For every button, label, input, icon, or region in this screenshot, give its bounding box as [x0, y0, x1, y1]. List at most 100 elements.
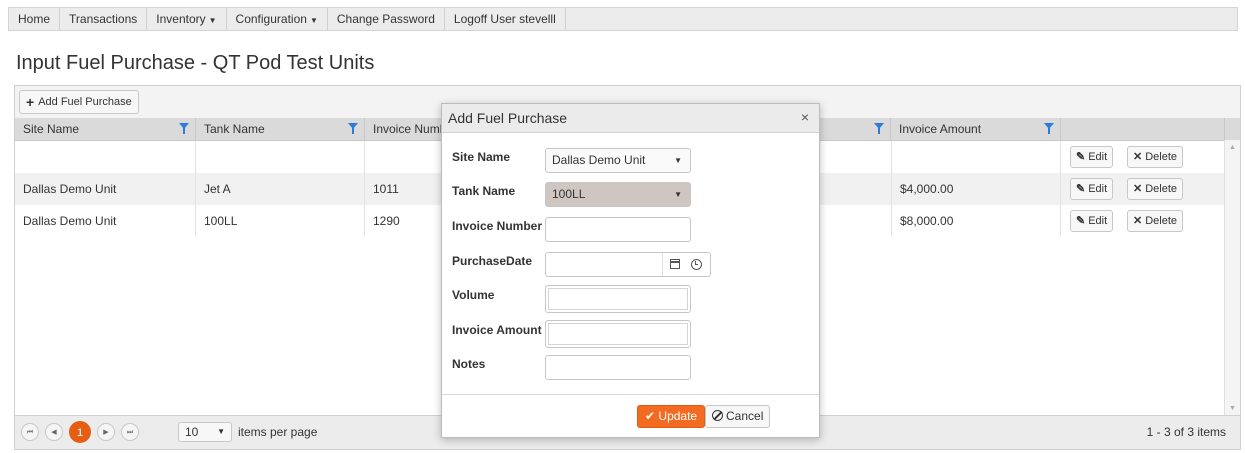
- header-invoice-amount[interactable]: Invoice Amount: [891, 118, 1061, 140]
- next-page-button[interactable]: ▶: [97, 423, 115, 441]
- cell-site-name: Dallas Demo Unit: [15, 205, 196, 237]
- cell-tank-name: 100LL: [196, 205, 365, 237]
- current-page-button[interactable]: 1: [69, 421, 91, 443]
- edit-icon: ✎: [1076, 183, 1086, 195]
- chevron-down-icon: ▼: [674, 190, 682, 199]
- add-fuel-purchase-dialog: Add Fuel Purchase × Site Name Dallas Dem…: [441, 103, 820, 438]
- volume-input-field[interactable]: [548, 288, 688, 310]
- tank-name-value: 100LL: [552, 187, 586, 201]
- header-volume-hidden[interactable]: [821, 118, 891, 140]
- update-label: Update: [658, 409, 698, 423]
- purchase-date-picker[interactable]: [545, 252, 711, 277]
- cancel-button[interactable]: Cancel: [705, 405, 771, 428]
- delete-label: Delete: [1145, 183, 1178, 195]
- cancel-label: Cancel: [726, 409, 764, 423]
- nav-logoff[interactable]: Logoff User stevelll: [445, 8, 566, 30]
- delete-icon: ✕: [1133, 183, 1143, 195]
- edit-label: Edit: [1088, 183, 1108, 195]
- header-site-name[interactable]: Site Name: [15, 118, 196, 140]
- scroll-up-icon[interactable]: ▲: [1229, 144, 1236, 151]
- close-icon[interactable]: ×: [801, 109, 809, 125]
- nav-transactions[interactable]: Transactions: [60, 8, 148, 30]
- header-tank-name-label: Tank Name: [204, 122, 265, 136]
- plus-icon: +: [26, 94, 35, 110]
- delete-button[interactable]: ✕ Delete: [1127, 146, 1184, 168]
- nav-configuration[interactable]: Configuration ▼: [227, 8, 328, 30]
- header-invoice-number-label: Invoice Numb: [373, 122, 447, 136]
- filter-icon[interactable]: [1044, 123, 1054, 134]
- edit-label: Edit: [1088, 215, 1108, 227]
- invoice-number-input[interactable]: [545, 217, 691, 242]
- scroll-down-icon[interactable]: ▼: [1229, 405, 1236, 412]
- edit-icon: ✎: [1076, 215, 1086, 227]
- site-name-label: Site Name: [452, 150, 511, 164]
- delete-button[interactable]: ✕ Delete: [1127, 178, 1184, 200]
- dialog-header: Add Fuel Purchase ×: [442, 104, 819, 133]
- cell-site-name: Dallas Demo Unit: [15, 173, 196, 205]
- page-title: Input Fuel Purchase - QT Pod Test Units: [16, 52, 375, 74]
- site-name-value: Dallas Demo Unit: [552, 153, 646, 167]
- chevron-down-icon: ▼: [208, 16, 217, 25]
- cell-tank-name: Jet A: [196, 173, 365, 205]
- notes-input[interactable]: [545, 355, 691, 380]
- edit-button[interactable]: ✎ Edit: [1070, 146, 1114, 168]
- cell-invoice-amount: [891, 141, 1061, 173]
- delete-label: Delete: [1145, 151, 1178, 163]
- tank-name-select[interactable]: 100LL ▼: [545, 182, 691, 207]
- filter-icon[interactable]: [179, 123, 189, 134]
- nav-configuration-label: Configuration: [235, 12, 307, 26]
- dialog-title: Add Fuel Purchase: [448, 110, 568, 126]
- nav-inventory[interactable]: Inventory ▼: [147, 8, 227, 30]
- delete-label: Delete: [1145, 215, 1178, 227]
- filter-icon[interactable]: [348, 123, 358, 134]
- edit-label: Edit: [1088, 151, 1108, 163]
- site-name-select[interactable]: Dallas Demo Unit ▼: [545, 148, 691, 173]
- update-button[interactable]: ✔ Update: [637, 405, 706, 428]
- nav-home[interactable]: Home: [9, 8, 61, 30]
- edit-icon: ✎: [1076, 151, 1086, 163]
- check-icon: ✔: [645, 409, 656, 423]
- nav-inventory-label: Inventory: [156, 12, 206, 26]
- page-size-select[interactable]: 10 ▼: [178, 422, 232, 442]
- first-page-button[interactable]: ⏮: [21, 423, 39, 441]
- clock-icon[interactable]: [691, 259, 702, 270]
- add-fuel-purchase-button[interactable]: + Add Fuel Purchase: [19, 90, 139, 114]
- header-tank-name[interactable]: Tank Name: [196, 118, 365, 140]
- last-page-button[interactable]: ⏭: [121, 423, 139, 441]
- items-per-page-label: items per page: [238, 425, 318, 439]
- prev-page-button[interactable]: ◀: [45, 423, 63, 441]
- cell-site-name: [15, 141, 196, 173]
- chevron-down-icon: ▼: [309, 16, 318, 25]
- edit-button[interactable]: ✎ Edit: [1070, 178, 1114, 200]
- delete-icon: ✕: [1133, 215, 1143, 227]
- invoice-amount-input-field[interactable]: [548, 323, 688, 345]
- notes-label: Notes: [452, 357, 486, 371]
- delete-icon: ✕: [1133, 151, 1143, 163]
- header-invoice-amount-label: Invoice Amount: [899, 122, 982, 136]
- date-picker-divider: [662, 253, 663, 276]
- tank-name-label: Tank Name: [452, 184, 516, 198]
- page-size-value: 10: [185, 425, 199, 439]
- top-nav: Home Transactions Inventory ▼ Configurati…: [8, 7, 1238, 31]
- invoice-number-label: Invoice Number: [452, 219, 543, 233]
- filter-icon[interactable]: [874, 123, 884, 134]
- pager-info: 1 - 3 of 3 items: [1146, 425, 1226, 439]
- invoice-amount-input[interactable]: [545, 320, 691, 348]
- cell-tank-name: [196, 141, 365, 173]
- invoice-amount-label: Invoice Amount: [452, 323, 542, 337]
- chevron-down-icon: ▼: [217, 427, 225, 436]
- nav-change-password[interactable]: Change Password: [328, 8, 445, 30]
- edit-button[interactable]: ✎ Edit: [1070, 210, 1114, 232]
- header-site-name-label: Site Name: [23, 122, 80, 136]
- volume-label: Volume: [452, 288, 495, 302]
- delete-button[interactable]: ✕ Delete: [1127, 210, 1184, 232]
- dialog-footer: ✔ Update Cancel: [442, 394, 819, 437]
- calendar-icon[interactable]: [670, 259, 680, 269]
- volume-input[interactable]: [545, 285, 691, 313]
- vertical-scrollbar[interactable]: ▲ ▼: [1224, 140, 1240, 416]
- header-actions: [1061, 118, 1225, 140]
- cell-invoice-amount: $8,000.00: [891, 205, 1061, 237]
- chevron-down-icon: ▼: [674, 156, 682, 165]
- ban-icon: [712, 410, 723, 421]
- purchase-date-label: PurchaseDate: [452, 254, 533, 268]
